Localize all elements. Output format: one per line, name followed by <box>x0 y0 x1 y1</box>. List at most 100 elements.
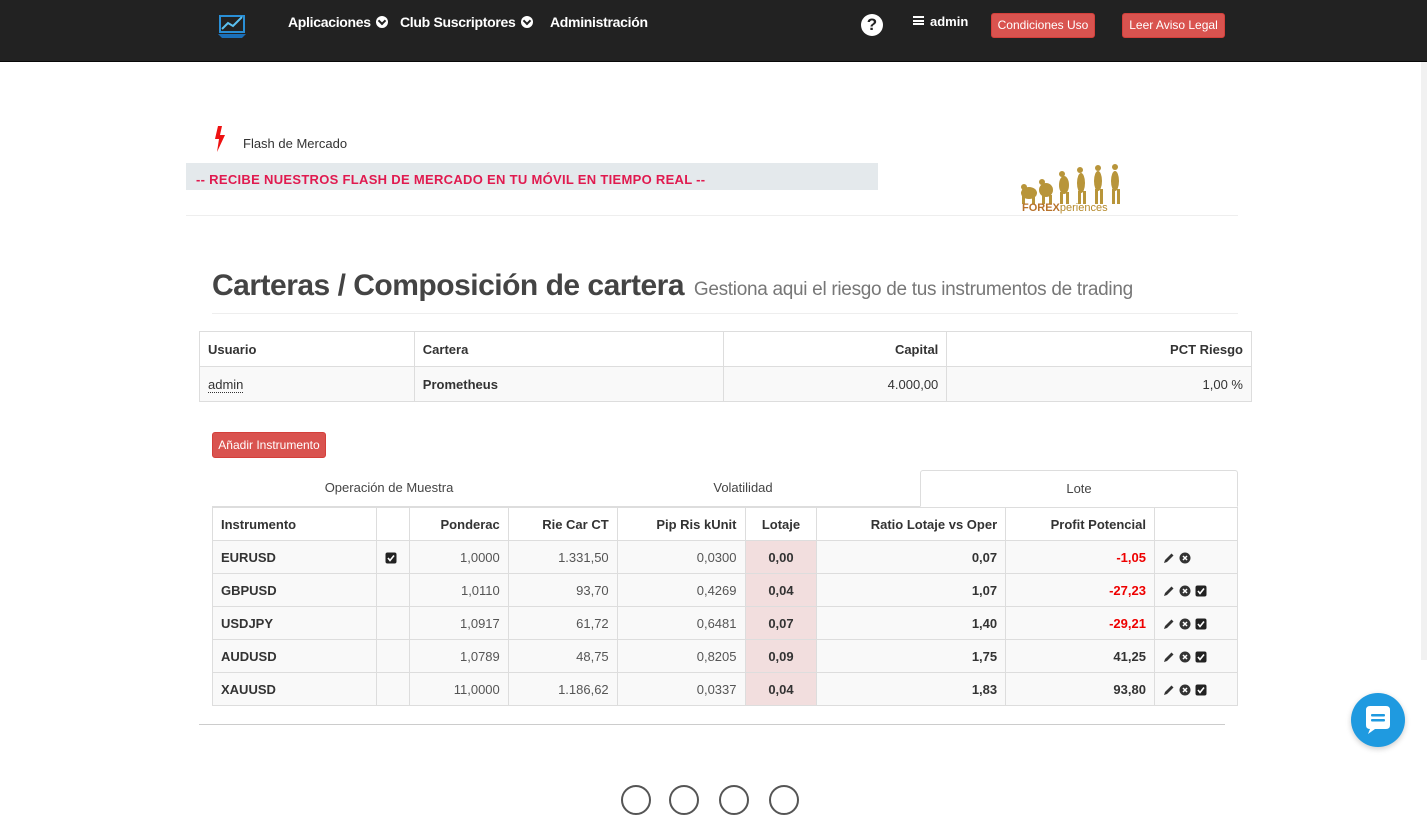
column-header <box>1153 507 1239 541</box>
cell-instrument: EURUSD <box>212 540 377 574</box>
cell-pip-ris: 0,0337 <box>616 672 746 706</box>
menu-icon[interactable] <box>913 16 924 25</box>
help-icon[interactable]: ? <box>861 14 883 36</box>
cell-selected <box>375 573 410 607</box>
cell-rie-car-ct: 93,70 <box>507 573 618 607</box>
column-header: Usuario <box>199 331 415 367</box>
table-row: GBPUSD 1,0110 93,70 0,4269 0,04 1,07 -27,23 <box>212 573 1239 607</box>
table-header-row: Usuario Cartera Capital PCT Riesgo <box>199 331 1252 367</box>
page-title: Carteras / Composición de cartera Gestio… <box>212 269 1133 302</box>
nav-aplicaciones[interactable]: Aplicaciones <box>288 14 389 30</box>
cell-ratio: 1,75 <box>816 639 1007 673</box>
chevron-down-icon <box>521 16 534 28</box>
check-square-icon[interactable] <box>1195 684 1207 696</box>
table-row: EURUSD 1,0000 1.331,50 0,0300 0,00 0,07 -1,05 <box>212 540 1239 574</box>
legal-notice-button[interactable]: Leer Aviso Legal <box>1122 13 1225 38</box>
cell-selected <box>375 639 410 673</box>
nav-administracion[interactable]: Administración <box>550 14 648 30</box>
table-row: XAUUSD 11,0000 1.186,62 0,0337 0,04 1,83 93,80 <box>212 672 1239 706</box>
cell-profit: -27,23 <box>1005 573 1155 607</box>
chevron-down-icon <box>376 16 389 28</box>
cell-selected <box>375 672 410 706</box>
cell-actions <box>1153 672 1239 706</box>
check-square-icon[interactable] <box>1195 585 1207 597</box>
user-link[interactable]: admin <box>208 376 244 393</box>
brand-logo-icon[interactable] <box>216 10 250 40</box>
scrollbar[interactable] <box>1421 62 1427 660</box>
cell-usuario: admin <box>199 366 415 402</box>
flash-banner-text[interactable]: -- RECIBE NUESTROS FLASH DE MERCADO EN T… <box>196 172 705 187</box>
checkbox-checked-icon[interactable] <box>385 552 397 564</box>
cell-actions <box>1153 639 1239 673</box>
cell-cartera: Prometheus <box>413 366 724 402</box>
remove-icon[interactable] <box>1179 684 1191 696</box>
remove-icon[interactable] <box>1179 552 1191 564</box>
remove-icon[interactable] <box>1179 585 1191 597</box>
cell-ponderac: 1,0789 <box>408 639 509 673</box>
column-header: Lotaje <box>744 507 818 541</box>
table-row: USDJPY 1,0917 61,72 0,6481 0,07 1,40 -29,21 <box>212 606 1239 640</box>
cell-actions <box>1153 573 1239 607</box>
cell-ratio: 0,07 <box>816 540 1007 574</box>
cell-ratio: 1,40 <box>816 606 1007 640</box>
column-header: Ponderac <box>408 507 509 541</box>
cell-capital: 4.000,00 <box>722 366 948 402</box>
cell-pip-ris: 0,8205 <box>616 639 746 673</box>
cell-pip-ris: 0,6481 <box>616 606 746 640</box>
tab-bar: Operación de Muestra Volatilidad Lote <box>212 470 1238 507</box>
conditions-button[interactable]: Condiciones Uso <box>991 13 1095 38</box>
cell-instrument: GBPUSD <box>212 573 377 607</box>
edit-icon[interactable] <box>1163 585 1175 597</box>
cell-pct-riesgo: 1,00 % <box>946 366 1252 402</box>
edit-icon[interactable] <box>1163 552 1175 564</box>
column-header: Capital <box>722 331 948 367</box>
column-header <box>375 507 410 541</box>
cell-lotaje: 0,04 <box>744 672 818 706</box>
portfolio-table: Usuario Cartera Capital PCT Riesgo admin… <box>199 331 1252 402</box>
check-square-icon[interactable] <box>1195 618 1207 630</box>
divider <box>186 215 1238 216</box>
column-header: PCT Riesgo <box>946 331 1252 367</box>
column-header: Profit Potencial <box>1005 507 1155 541</box>
table-header-row: Instrumento Ponderac Rie Car CT Pip Ris … <box>212 507 1239 541</box>
divider <box>199 724 1225 725</box>
cell-lotaje: 0,09 <box>744 639 818 673</box>
cell-selected <box>375 540 410 574</box>
cell-lotaje: 0,04 <box>744 573 818 607</box>
edit-icon[interactable] <box>1163 618 1175 630</box>
column-header: Cartera <box>413 331 724 367</box>
cell-lotaje: 0,00 <box>744 540 818 574</box>
cell-pip-ris: 0,0300 <box>616 540 746 574</box>
table-row: admin Prometheus 4.000,00 1,00 % <box>199 366 1252 402</box>
check-square-icon[interactable] <box>1195 651 1207 663</box>
divider <box>212 313 1238 314</box>
cell-ponderac: 11,0000 <box>408 672 509 706</box>
cell-ratio: 1,07 <box>816 573 1007 607</box>
add-instrument-button[interactable]: Añadir Instrumento <box>212 432 326 458</box>
cell-profit: -29,21 <box>1005 606 1155 640</box>
edit-icon[interactable] <box>1163 651 1175 663</box>
remove-icon[interactable] <box>1179 618 1191 630</box>
cell-rie-car-ct: 48,75 <box>507 639 618 673</box>
cell-instrument: USDJPY <box>212 606 377 640</box>
cell-pip-ris: 0,4269 <box>616 573 746 607</box>
tab-operacion-muestra[interactable]: Operación de Muestra <box>212 470 566 507</box>
flash-title: Flash de Mercado <box>243 136 348 151</box>
cell-ponderac: 1,0917 <box>408 606 509 640</box>
remove-icon[interactable] <box>1179 651 1191 663</box>
column-header: Pip Ris kUnit <box>616 507 746 541</box>
chat-button[interactable] <box>1351 693 1405 747</box>
tab-lote[interactable]: Lote <box>920 470 1238 507</box>
column-header: Rie Car CT <box>507 507 618 541</box>
cell-rie-car-ct: 1.331,50 <box>507 540 618 574</box>
edit-icon[interactable] <box>1163 684 1175 696</box>
flash-banner[interactable]: -- RECIBE NUESTROS FLASH DE MERCADO EN T… <box>186 163 878 190</box>
nav-club-suscriptores[interactable]: Club Suscriptores <box>400 14 534 30</box>
cell-actions <box>1153 540 1239 574</box>
user-menu[interactable]: admin <box>930 14 968 29</box>
cell-instrument: AUDUSD <box>212 639 377 673</box>
cell-profit: 41,25 <box>1005 639 1155 673</box>
chat-bubble-icon <box>1366 706 1390 734</box>
tab-volatilidad[interactable]: Volatilidad <box>566 470 920 507</box>
cell-profit: -1,05 <box>1005 540 1155 574</box>
